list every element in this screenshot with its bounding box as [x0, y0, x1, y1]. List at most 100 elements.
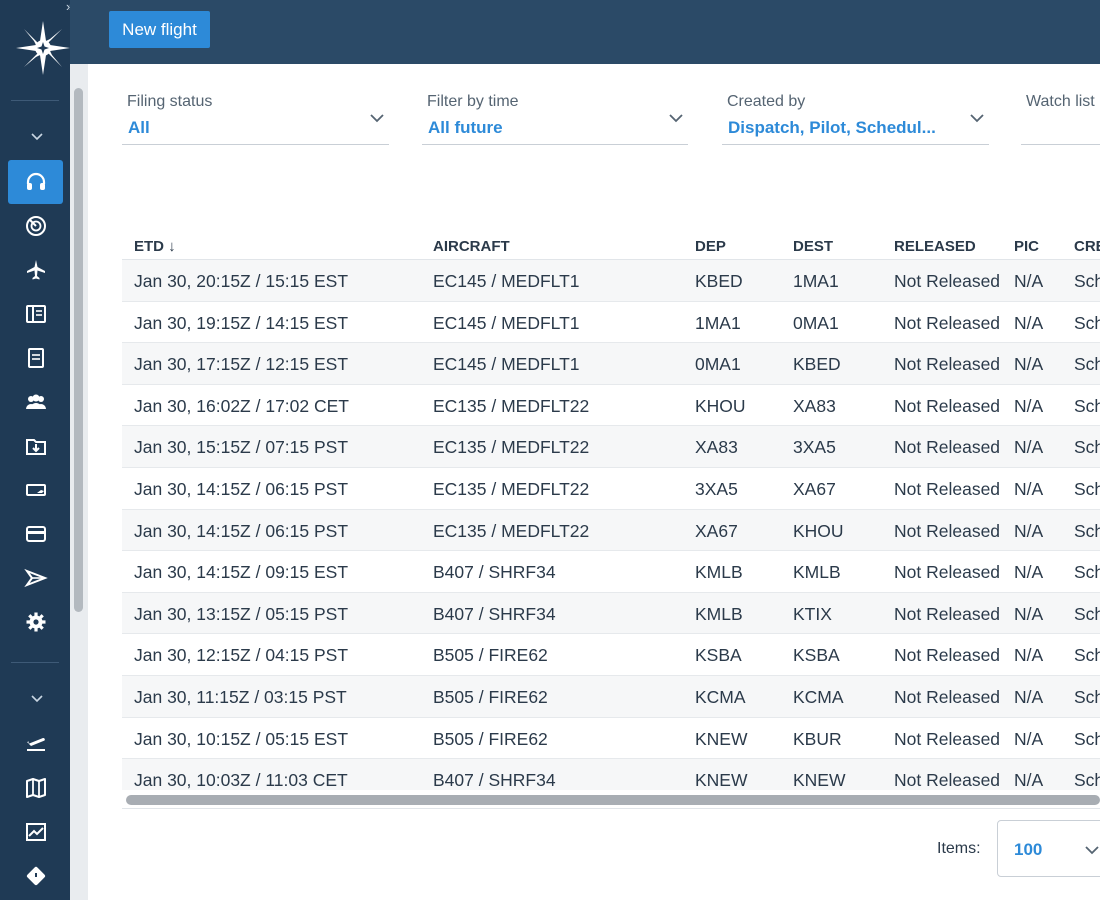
filing-status-filter[interactable]: Filing status All — [122, 90, 389, 145]
column-header-pic[interactable]: PIC — [1014, 238, 1039, 255]
pic-cell: N/A — [1014, 562, 1044, 583]
table-row[interactable]: Jan 30, 14:15Z / 06:15 PST EC135 / MEDFLT… — [122, 509, 1100, 552]
pic-cell: N/A — [1014, 728, 1044, 749]
nav-aircraft[interactable] — [8, 468, 63, 512]
released-cell: Not Released — [894, 437, 1001, 458]
table-row[interactable]: Jan 30, 11:15Z / 03:15 PST B505 / FIRE62 K… — [122, 676, 1100, 718]
etd-cell: Jan 30, 13:15Z / 05:15 PST — [134, 603, 349, 624]
pic-cell: N/A — [1014, 687, 1044, 707]
released-cell: Not Released — [894, 603, 1001, 624]
table-row[interactable]: Jan 30, 16:02Z / 17:02 CET EC135 / MEDFLT… — [122, 384, 1100, 427]
aircraft-cell: B505 / FIRE62 — [433, 645, 548, 666]
released-cell: Not Released — [894, 687, 1001, 707]
chevron-down-icon — [669, 114, 683, 123]
released-cell: Not Released — [894, 271, 1001, 291]
nav-flights[interactable] — [8, 248, 63, 292]
dep-cell: KHOU — [695, 395, 746, 416]
pic-cell: N/A — [1014, 645, 1044, 666]
table-row[interactable]: Jan 30, 14:15Z / 06:15 PST EC135 / MEDFLT… — [122, 468, 1100, 510]
table-row[interactable]: Jan 30, 10:03Z / 11:03 CET B407 / SHRF34 K… — [122, 759, 1100, 790]
released-cell: Not Released — [894, 395, 1001, 416]
column-header-released[interactable]: RELEASED — [894, 238, 976, 255]
dep-cell: KCMA — [695, 687, 746, 707]
table-body: Jan 30, 20:15Z / 15:15 EST EC145 / MEDFLT… — [122, 260, 1100, 790]
dep-cell: 1MA1 — [695, 312, 741, 333]
aircraft-cell: EC135 / MEDFLT22 — [433, 479, 590, 499]
created-cell: Sch — [1074, 312, 1100, 333]
etd-cell: Jan 30, 14:15Z / 06:15 PST — [134, 479, 349, 499]
table-row[interactable]: Jan 30, 20:15Z / 15:15 EST EC145 / MEDFLT… — [122, 260, 1100, 302]
column-header-dest[interactable]: DEST — [793, 238, 833, 255]
column-header-dep[interactable]: DEP — [695, 238, 726, 255]
etd-cell: Jan 30, 17:15Z / 12:15 EST — [134, 354, 349, 375]
sidebar-divider — [11, 100, 59, 101]
dest-cell: KBED — [793, 354, 841, 375]
etd-cell: Jan 30, 20:15Z / 15:15 EST — [134, 271, 349, 291]
dep-cell: 0MA1 — [695, 354, 741, 375]
etd-cell: Jan 30, 10:03Z / 11:03 CET — [134, 770, 348, 790]
created-cell: Sch — [1074, 479, 1100, 499]
created-cell: Sch — [1074, 770, 1100, 790]
aircraft-cell: EC145 / MEDFLT1 — [433, 354, 580, 375]
column-header-created[interactable]: CREATED — [1074, 238, 1100, 255]
items-per-page-select[interactable]: 100 — [997, 820, 1100, 877]
watch-list-filter[interactable]: Watch list — [1021, 90, 1100, 145]
dep-cell: 3XA5 — [695, 479, 738, 499]
table-row[interactable]: Jan 30, 19:15Z / 14:15 EST EC145 / MEDFLT… — [122, 301, 1100, 344]
dest-cell: KSBA — [793, 645, 840, 666]
etd-cell: Jan 30, 14:15Z / 06:15 PST — [134, 520, 349, 541]
nav-settings[interactable] — [8, 600, 63, 644]
created-cell: Sch — [1074, 687, 1100, 707]
pic-cell: N/A — [1014, 437, 1044, 458]
nav-documents[interactable] — [8, 336, 63, 380]
pic-cell: N/A — [1014, 354, 1044, 375]
table-row[interactable]: Jan 30, 14:15Z / 09:15 EST B407 / SHRF34 K… — [122, 551, 1100, 593]
nav-crew[interactable] — [8, 380, 63, 424]
nav-billing[interactable] — [8, 512, 63, 556]
released-cell: Not Released — [894, 479, 1001, 499]
column-header-etd[interactable]: ETD ↓ — [134, 238, 176, 255]
chevron-down-icon[interactable] — [30, 129, 44, 143]
nav-map[interactable] — [8, 766, 63, 810]
nav-reports[interactable] — [8, 810, 63, 854]
dep-cell: KSBA — [695, 645, 742, 666]
pic-cell: N/A — [1014, 395, 1044, 416]
dest-cell: XA67 — [793, 479, 836, 499]
aircraft-cell: EC145 / MEDFLT1 — [433, 312, 580, 333]
nav-tags[interactable] — [8, 854, 63, 898]
table-row[interactable]: Jan 30, 12:15Z / 04:15 PST B505 / FIRE62 K… — [122, 634, 1100, 676]
nav-headset[interactable] — [8, 160, 63, 204]
aircraft-cell: B407 / SHRF34 — [433, 603, 556, 624]
nav-send[interactable] — [8, 556, 63, 600]
nav-departures[interactable] — [8, 720, 63, 764]
etd-cell: Jan 30, 16:02Z / 17:02 CET — [134, 395, 349, 416]
dest-cell: 3XA5 — [793, 437, 836, 458]
dest-cell: KTIX — [793, 603, 832, 624]
dep-cell: KNEW — [695, 770, 748, 790]
new-flight-button[interactable]: New flight — [109, 11, 210, 48]
nav-import[interactable] — [8, 424, 63, 468]
table-row[interactable]: Jan 30, 10:15Z / 05:15 EST B505 / FIRE62 K… — [122, 717, 1100, 760]
dest-cell: 1MA1 — [793, 271, 839, 291]
column-header-aircraft[interactable]: AIRCRAFT — [433, 238, 510, 255]
filter-label: Filter by time — [427, 93, 519, 110]
nav-radar[interactable] — [8, 204, 63, 248]
horizontal-scrollbar[interactable] — [126, 795, 1100, 805]
chevron-down-icon — [1085, 846, 1099, 855]
table-row[interactable]: Jan 30, 17:15Z / 12:15 EST EC145 / MEDFLT… — [122, 343, 1100, 385]
map-icon — [25, 778, 46, 798]
aircraft-cell: B407 / SHRF34 — [433, 770, 556, 790]
nav-logbook[interactable] — [8, 292, 63, 336]
time-filter[interactable]: Filter by time All future — [422, 90, 688, 145]
dest-cell: KHOU — [793, 520, 844, 541]
aircraft-cell: EC135 / MEDFLT22 — [433, 520, 590, 541]
vertical-scrollbar-thumb[interactable] — [74, 88, 83, 612]
table-row[interactable]: Jan 30, 15:15Z / 07:15 PST EC135 / MEDFLT… — [122, 426, 1100, 468]
etd-cell: Jan 30, 14:15Z / 09:15 EST — [134, 562, 349, 583]
table-row[interactable]: Jan 30, 13:15Z / 05:15 PST B407 / SHRF34 K… — [122, 592, 1100, 635]
pic-cell: N/A — [1014, 271, 1044, 291]
filter-value: Dispatch, Pilot, Schedul... — [728, 118, 936, 137]
chevron-down-icon[interactable] — [30, 691, 44, 705]
created-by-filter[interactable]: Created by Dispatch, Pilot, Schedul... — [722, 90, 989, 145]
dest-cell: KNEW — [793, 770, 846, 790]
